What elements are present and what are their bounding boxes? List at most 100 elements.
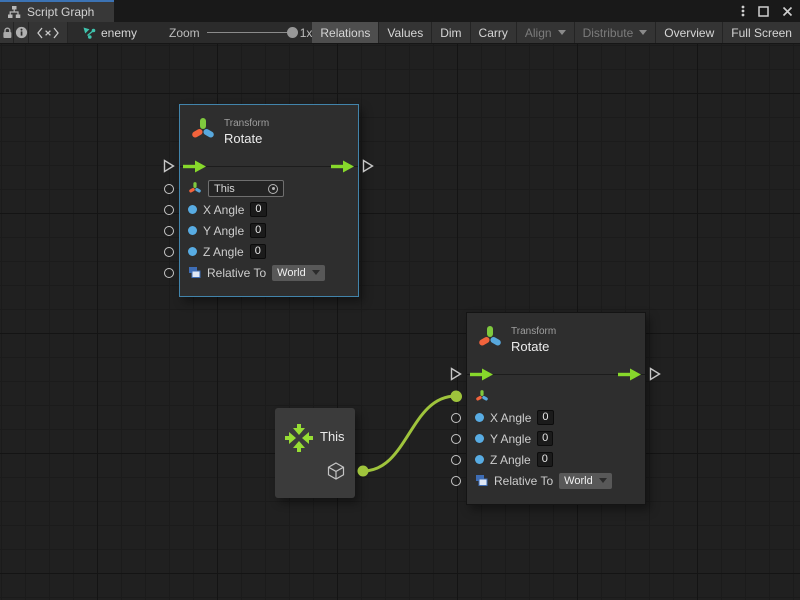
z-angle-port-row[interactable]: Z Angle 0 — [180, 241, 358, 262]
align-button: Align — [517, 22, 575, 43]
gameobject-cube-icon — [326, 461, 346, 481]
relative-to-port-row[interactable]: Relative To World — [180, 262, 358, 283]
node-header[interactable]: Transform Rotate — [467, 313, 645, 363]
target-object-value: This — [214, 183, 235, 195]
node-header[interactable]: Transform Rotate — [180, 105, 358, 155]
zoom-control: Zoom 1x — [169, 22, 312, 43]
overview-button[interactable]: Overview — [656, 22, 723, 43]
z-angle-field[interactable]: 0 — [537, 452, 553, 467]
wire-this-to-rotate[interactable] — [363, 396, 456, 471]
dropdown-arrow-icon — [599, 478, 607, 483]
info-button[interactable] — [14, 22, 28, 43]
relative-to-label: Relative To — [207, 266, 266, 280]
flow-in-arrow-icon[interactable] — [183, 160, 207, 173]
rotate-node-top[interactable]: Transform Rotate This X An — [179, 104, 359, 297]
self-icon — [282, 421, 316, 455]
x-angle-input-port[interactable] — [164, 205, 174, 215]
flow-output-port[interactable] — [362, 159, 374, 173]
flow-out-arrow-icon[interactable] — [331, 160, 355, 173]
graph-toolbar: enemy Zoom 1x Relations Values Dim Carry… — [0, 22, 800, 44]
zoom-slider[interactable] — [207, 32, 293, 33]
z-angle-label: Z Angle — [490, 453, 531, 467]
enum-icon — [475, 474, 488, 487]
lock-icon — [1, 26, 13, 40]
maximize-icon[interactable] — [758, 6, 769, 17]
zoom-slider-handle[interactable] — [287, 27, 298, 38]
y-angle-input-port[interactable] — [451, 434, 461, 444]
fullscreen-label: Full Screen — [731, 26, 792, 40]
target-object-field[interactable]: This — [208, 180, 284, 197]
value-port-dot — [475, 434, 484, 443]
flow-input-port[interactable] — [450, 367, 462, 381]
x-angle-label: X Angle — [203, 203, 244, 217]
flow-out-arrow-icon[interactable] — [618, 368, 642, 381]
y-angle-port-row[interactable]: Y Angle 0 — [180, 220, 358, 241]
flow-row — [467, 363, 645, 386]
x-angle-field[interactable]: 0 — [537, 410, 553, 425]
script-graph-asset-icon — [82, 26, 96, 40]
z-angle-input-port[interactable] — [451, 455, 461, 465]
values-button[interactable]: Values — [379, 22, 432, 43]
y-angle-field[interactable]: 0 — [537, 431, 553, 446]
x-angle-port-row[interactable]: X Angle 0 — [467, 407, 645, 428]
target-input-port-connected[interactable] — [451, 391, 462, 402]
dim-label: Dim — [440, 26, 461, 40]
distribute-button: Distribute — [575, 22, 657, 43]
graph-breadcrumb[interactable]: enemy — [68, 22, 147, 43]
dim-button[interactable]: Dim — [432, 22, 470, 43]
chevron-down-icon — [558, 30, 566, 35]
transform-mini-icon — [188, 181, 202, 196]
flow-output-port[interactable] — [649, 367, 661, 381]
relative-to-dropdown[interactable]: World — [272, 265, 325, 281]
node-title: Rotate — [224, 131, 262, 146]
value-port-dot — [188, 247, 197, 256]
x-angle-field[interactable]: 0 — [250, 202, 266, 217]
value-port-dot — [188, 226, 197, 235]
relative-to-input-port[interactable] — [451, 476, 461, 486]
lock-button[interactable] — [0, 22, 14, 43]
relative-to-input-port[interactable] — [164, 268, 174, 278]
info-icon — [15, 26, 28, 39]
z-angle-input-port[interactable] — [164, 247, 174, 257]
target-port-row[interactable]: This — [180, 178, 358, 199]
zoom-value: 1x — [300, 26, 313, 40]
flow-row — [180, 155, 358, 178]
target-port-row[interactable] — [467, 386, 645, 407]
z-angle-field[interactable]: 0 — [250, 244, 266, 259]
relative-to-dropdown[interactable]: World — [559, 473, 612, 489]
target-input-port[interactable] — [164, 184, 174, 194]
carry-button[interactable]: Carry — [471, 22, 517, 43]
dropdown-arrow-icon — [312, 270, 320, 275]
relative-to-value: World — [277, 267, 306, 279]
x-angle-input-port[interactable] — [451, 413, 461, 423]
relative-to-label: Relative To — [494, 474, 553, 488]
wire-source-dot[interactable] — [358, 466, 369, 477]
object-picker-icon[interactable] — [268, 184, 278, 194]
z-angle-label: Z Angle — [203, 245, 244, 259]
y-angle-field[interactable]: 0 — [250, 223, 266, 238]
x-angle-port-row[interactable]: X Angle 0 — [180, 199, 358, 220]
transform-mini-icon — [475, 389, 489, 404]
connection-layer — [0, 44, 800, 600]
y-angle-input-port[interactable] — [164, 226, 174, 236]
relative-to-value: World — [564, 475, 593, 487]
y-angle-port-row[interactable]: Y Angle 0 — [467, 428, 645, 449]
y-angle-label: Y Angle — [490, 432, 531, 446]
fullscreen-button[interactable]: Full Screen — [723, 22, 800, 43]
close-icon[interactable] — [782, 6, 793, 17]
flow-input-port[interactable] — [163, 159, 175, 173]
relative-to-port-row[interactable]: Relative To World — [467, 470, 645, 491]
code-preview-button[interactable] — [29, 22, 68, 43]
graph-name: enemy — [101, 26, 137, 40]
kebab-menu-icon[interactable] — [741, 4, 745, 18]
z-angle-port-row[interactable]: Z Angle 0 — [467, 449, 645, 470]
flow-in-arrow-icon[interactable] — [470, 368, 494, 381]
values-label: Values — [387, 26, 423, 40]
rotate-node-bottom[interactable]: Transform Rotate X Angle 0 Y — [466, 312, 646, 505]
relations-button[interactable]: Relations — [312, 22, 379, 43]
tab-script-graph[interactable]: Script Graph — [0, 0, 114, 22]
graph-canvas[interactable]: Transform Rotate This X An — [0, 44, 800, 600]
chevron-down-icon — [639, 30, 647, 35]
node-category: Transform — [511, 326, 556, 337]
this-node[interactable]: This — [275, 408, 355, 498]
